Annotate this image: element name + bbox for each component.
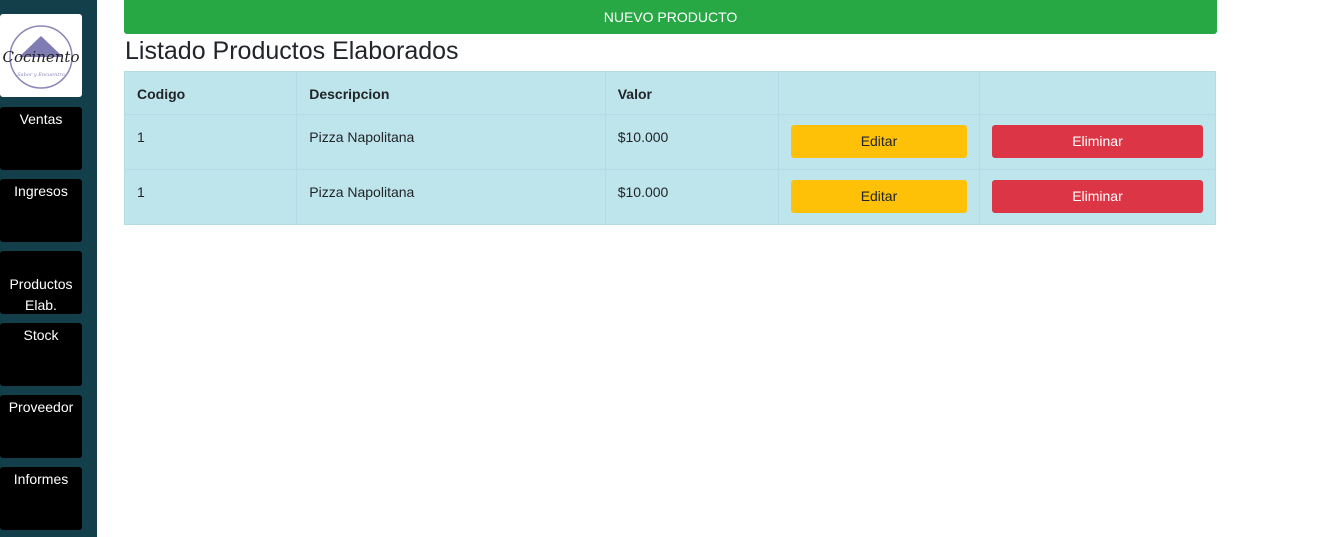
logo-emblem-icon: Cocinento Sabor y Encuentro (3, 25, 80, 89)
column-header-delete (978, 71, 1217, 115)
table-row: 1 Pizza Napolitana $10.000 Editar Elimin… (123, 169, 1217, 225)
sidebar-item-stock[interactable]: Stock (0, 323, 82, 386)
column-header-codigo: Codigo (123, 71, 298, 115)
delete-button[interactable]: Eliminar (991, 180, 1203, 213)
sidebar-item-productos-elab[interactable]: Productos Elab. (0, 251, 82, 314)
cell-edit: Editar (777, 169, 980, 225)
table-header-row: Codigo Descripcion Valor (123, 71, 1217, 115)
sidebar-item-informes[interactable]: Informes (0, 467, 82, 530)
cell-descripcion: Pizza Napolitana (296, 169, 606, 225)
new-product-button[interactable]: NUEVO PRODUCTO (124, 0, 1217, 34)
sidebar-item-proveedor[interactable]: Proveedor (0, 395, 82, 458)
sidebar-item-ventas[interactable]: Ventas (0, 107, 82, 170)
cell-delete: Eliminar (978, 114, 1217, 170)
logo-tagline: Sabor y Encuentro (17, 72, 65, 78)
cell-descripcion: Pizza Napolitana (296, 114, 606, 170)
sidebar: Cocinento Sabor y Encuentro Ventas Ingre… (0, 0, 97, 537)
table-row: 1 Pizza Napolitana $10.000 Editar Elimin… (123, 114, 1217, 170)
cell-valor: $10.000 (604, 114, 779, 170)
cell-delete: Eliminar (978, 169, 1217, 225)
brand-logo[interactable]: Cocinento Sabor y Encuentro (0, 14, 82, 97)
sidebar-item-ingresos[interactable]: Ingresos (0, 179, 82, 242)
column-header-edit (777, 71, 980, 115)
logo-text: Cocinento (3, 48, 80, 66)
cell-valor: $10.000 (604, 169, 779, 225)
products-table: Codigo Descripcion Valor 1 Pizza Napolit… (123, 71, 1217, 225)
column-header-valor: Valor (604, 71, 779, 115)
cell-codigo: 1 (123, 114, 298, 170)
cell-edit: Editar (777, 114, 980, 170)
page-title: Listado Productos Elaborados (125, 37, 459, 65)
column-header-descripcion: Descripcion (296, 71, 606, 115)
cell-codigo: 1 (123, 169, 298, 225)
delete-button[interactable]: Eliminar (991, 125, 1203, 158)
edit-button[interactable]: Editar (790, 180, 967, 213)
edit-button[interactable]: Editar (790, 125, 967, 158)
